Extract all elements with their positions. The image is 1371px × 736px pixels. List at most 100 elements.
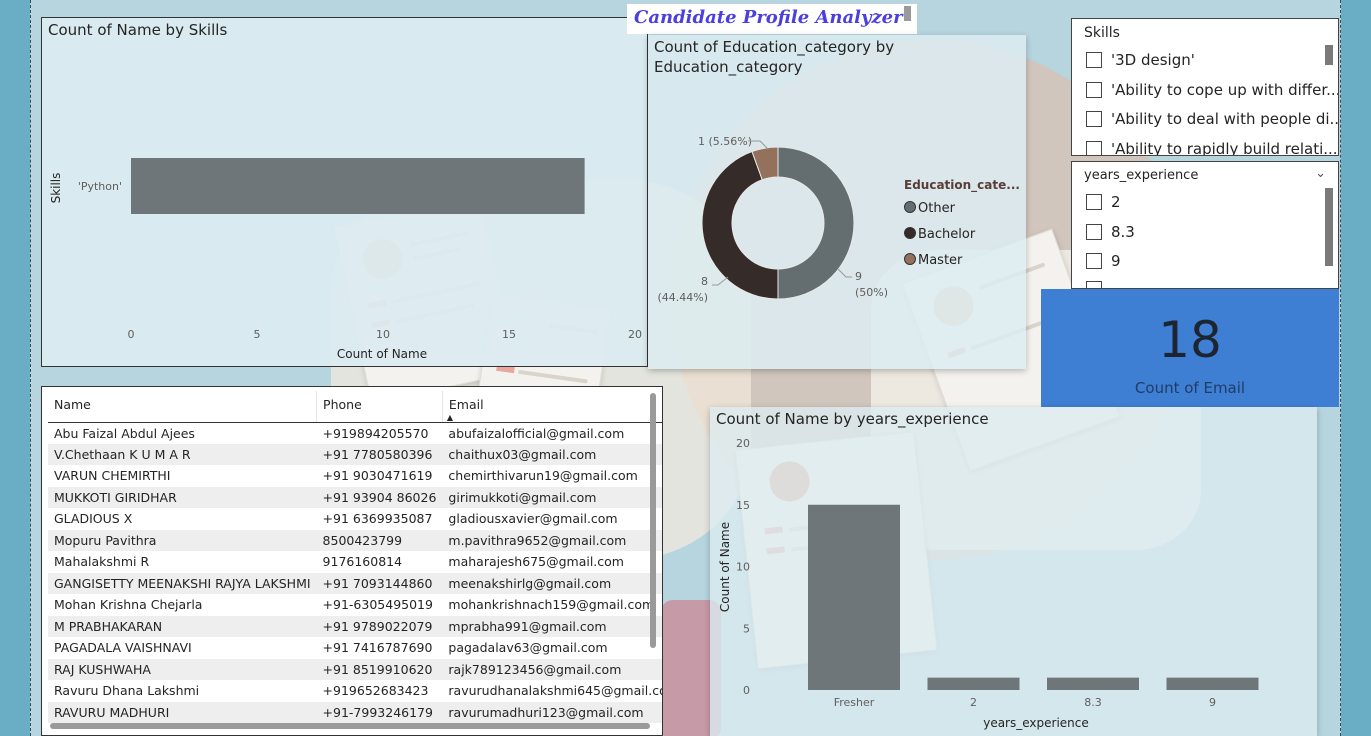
slicer-item-label: '3D design' bbox=[1111, 51, 1195, 69]
bar[interactable] bbox=[927, 677, 1020, 690]
checkbox[interactable] bbox=[1086, 281, 1102, 288]
data-label-other-count: 9 bbox=[855, 270, 862, 283]
legend-item-label[interactable]: Bachelor bbox=[918, 227, 976, 242]
title-scrollbar[interactable] bbox=[904, 6, 911, 21]
table-body: Abu Faizal Abdul Ajees +919894205570 abufa… bbox=[48, 422, 663, 723]
table-row[interactable]: Mohan Krishna Chejarla +91-6305495019 moha… bbox=[48, 594, 662, 616]
checkbox[interactable] bbox=[1086, 253, 1102, 269]
table-row[interactable]: RAVURU MADHURI +91-7993246179 ravurumadhur… bbox=[48, 701, 662, 723]
table-vertical-scrollbar[interactable] bbox=[650, 393, 656, 648]
table-row[interactable]: V.Chethaan K U M A R +91 7780580396 chaith… bbox=[48, 443, 662, 465]
bar[interactable] bbox=[131, 158, 585, 214]
legend-item-label[interactable]: Other bbox=[918, 201, 956, 216]
cell-email: chaithux03@gmail.com bbox=[442, 443, 662, 465]
skills-slicer[interactable]: Skills '3D design' 'Ability to cope up w… bbox=[1071, 18, 1339, 156]
skills-chart-plot: 0 5 10 15 20 'Python' Count of Name Skills bbox=[49, 158, 642, 361]
table-grid: Name Phone Email ▲ Abu Faizal Abdul Ajees… bbox=[48, 391, 663, 723]
cell-phone: 9176160814 bbox=[322, 554, 403, 570]
cell-name: Ravuru Dhana Lakshmi bbox=[54, 683, 200, 699]
cell-email: ravurumadhuri123@gmail.com bbox=[442, 701, 662, 723]
candidates-table[interactable]: Name Phone Email ▲ Abu Faizal Abdul Ajees… bbox=[41, 386, 663, 736]
slicer-item[interactable] bbox=[1086, 281, 1111, 288]
slicer-item[interactable]: 9 bbox=[1086, 252, 1121, 270]
y-tick-label: 0 bbox=[743, 684, 750, 697]
education-donut-chart[interactable]: Count of Education_category by Education… bbox=[648, 35, 1026, 369]
table-row[interactable]: PAGADALA VAISHNAVI +91 7416787690 pagadala… bbox=[48, 637, 662, 659]
report-title-box: Candidate Profile Analyzer bbox=[627, 4, 917, 34]
checkbox[interactable] bbox=[1086, 194, 1102, 210]
skills-bar-chart[interactable]: Count of Name by Skills 0 5 10 15 20 'Python'… bbox=[41, 17, 648, 367]
cell-email: pagadalav63@gmail.com bbox=[448, 640, 608, 656]
y-tick-label: 20 bbox=[736, 437, 750, 450]
bar[interactable] bbox=[808, 504, 900, 690]
cell-name: RAVURU MADHURI bbox=[48, 701, 317, 723]
table-row[interactable]: GLADIOUS X +91 6369935087 gladiousxavier@g… bbox=[48, 508, 662, 530]
slicer-item-label: 'Ability to rapidly build relati... bbox=[1111, 140, 1338, 156]
cell-phone: +919652683423 bbox=[322, 683, 429, 699]
table-horizontal-scrollbar[interactable] bbox=[50, 723, 650, 729]
cell-email: ravurudhanalakshmi645@gmail.co bbox=[448, 683, 663, 699]
slicer-item[interactable]: 'Ability to deal with people di... bbox=[1086, 110, 1339, 128]
cell-email: m.pavithra9652@gmail.com bbox=[442, 529, 662, 551]
slicer-item-label: 'Ability to deal with people di... bbox=[1111, 110, 1339, 128]
table-row[interactable]: M PRABHAKARAN +91 9789022079 mprabha991@gm… bbox=[48, 615, 662, 637]
cell-phone: +91 7416787690 bbox=[322, 640, 433, 656]
cell-phone: +91-7993246179 bbox=[316, 701, 443, 723]
checkbox[interactable] bbox=[1086, 82, 1102, 98]
cell-phone: +91-6305495019 bbox=[322, 597, 433, 613]
cell-phone: 8500423799 bbox=[316, 529, 443, 551]
table-row[interactable]: Mopuru Pavithra 8500423799 m.pavithra9652@… bbox=[48, 529, 662, 551]
checkbox[interactable] bbox=[1086, 224, 1102, 240]
slicer-item[interactable]: 8.3 bbox=[1086, 223, 1135, 241]
legend-item-label[interactable]: Master bbox=[918, 253, 963, 268]
data-label-bachelor-pct: (44.44%) bbox=[657, 291, 708, 304]
table-row[interactable]: VARUN CHEMIRTHI +91 9030471619 chemirthiva… bbox=[48, 465, 662, 487]
table-row[interactable]: Mahalakshmi R 9176160814 maharajesh675@gma… bbox=[48, 551, 662, 573]
y-tick-label: 5 bbox=[743, 622, 750, 635]
cell-phone: +91 8519910620 bbox=[316, 658, 443, 680]
chevron-down-icon[interactable]: ⌄ bbox=[1315, 166, 1326, 181]
years-experience-slicer[interactable]: years_experience ⌄ 2 8.3 9 bbox=[1071, 161, 1339, 289]
leader-line bbox=[837, 268, 852, 278]
table-row[interactable]: GANGISETTY MEENAKSHI RAJYA LAKSHMI +91 70… bbox=[48, 572, 662, 594]
cell-name: V.Chethaan K U M A R bbox=[48, 443, 317, 465]
legend-title: Education_cate... bbox=[904, 178, 1020, 193]
cell-phone: +91 93904 86026 bbox=[316, 486, 443, 508]
years-experience-bar-chart[interactable]: Count of Name by years_experience 0 5 10 15… bbox=[710, 407, 1317, 736]
legend-marker bbox=[904, 227, 916, 239]
slicer-header: Skills bbox=[1084, 25, 1120, 41]
cell-name: Mohan Krishna Chejarla bbox=[54, 597, 203, 613]
slicer-item-label: 2 bbox=[1111, 193, 1121, 211]
slicer-item[interactable]: 2 bbox=[1086, 193, 1121, 211]
checkbox[interactable] bbox=[1086, 111, 1102, 127]
cell-phone: +91 6369935087 bbox=[322, 511, 433, 527]
checkbox[interactable] bbox=[1086, 52, 1102, 68]
table-row[interactable]: Ravuru Dhana Lakshmi +919652683423 ravurud… bbox=[48, 680, 663, 702]
slicer-item-label: 9 bbox=[1111, 252, 1121, 270]
slicer-item[interactable]: 'Ability to rapidly build relati... bbox=[1086, 140, 1338, 156]
card-value: 18 bbox=[1158, 311, 1222, 369]
table-row[interactable]: MUKKOTI GIRIDHAR +91 93904 86026 girimukko… bbox=[48, 486, 662, 508]
slicer-item[interactable]: 'Ability to cope up with differ... bbox=[1086, 81, 1338, 99]
slicer-item[interactable]: '3D design' bbox=[1086, 51, 1195, 69]
cell-name: Abu Faizal Abdul Ajees bbox=[54, 425, 195, 441]
column-header-name[interactable]: Name bbox=[48, 391, 317, 423]
x-tick-label: 2 bbox=[970, 696, 977, 709]
donut-slice-other[interactable] bbox=[777, 146, 855, 300]
table-row[interactable]: Abu Faizal Abdul Ajees +919894205570 abufa… bbox=[48, 422, 662, 444]
column-header-email[interactable]: Email ▲ bbox=[441, 391, 662, 423]
column-header-phone[interactable]: Phone bbox=[316, 391, 443, 423]
checkbox[interactable] bbox=[1086, 141, 1102, 155]
x-tick-label: 9 bbox=[1209, 696, 1216, 709]
table-row[interactable]: RAJ KUSHWAHA +91 8519910620 rajk789123456@… bbox=[48, 658, 662, 680]
bar[interactable] bbox=[1166, 677, 1259, 690]
bar[interactable] bbox=[1047, 677, 1139, 690]
slicer-scrollbar[interactable] bbox=[1325, 45, 1333, 65]
count-of-email-card[interactable]: 18 Count of Email bbox=[1041, 289, 1339, 407]
cell-name: PAGADALA VAISHNAVI bbox=[54, 640, 192, 656]
cell-phone: +91 7780580396 bbox=[316, 443, 443, 465]
slicer-scrollbar[interactable] bbox=[1325, 188, 1333, 266]
card-label: Count of Email bbox=[1134, 379, 1246, 397]
y-axis-title: Count of Name bbox=[718, 522, 732, 612]
data-label-bachelor-count: 8 bbox=[701, 275, 708, 288]
